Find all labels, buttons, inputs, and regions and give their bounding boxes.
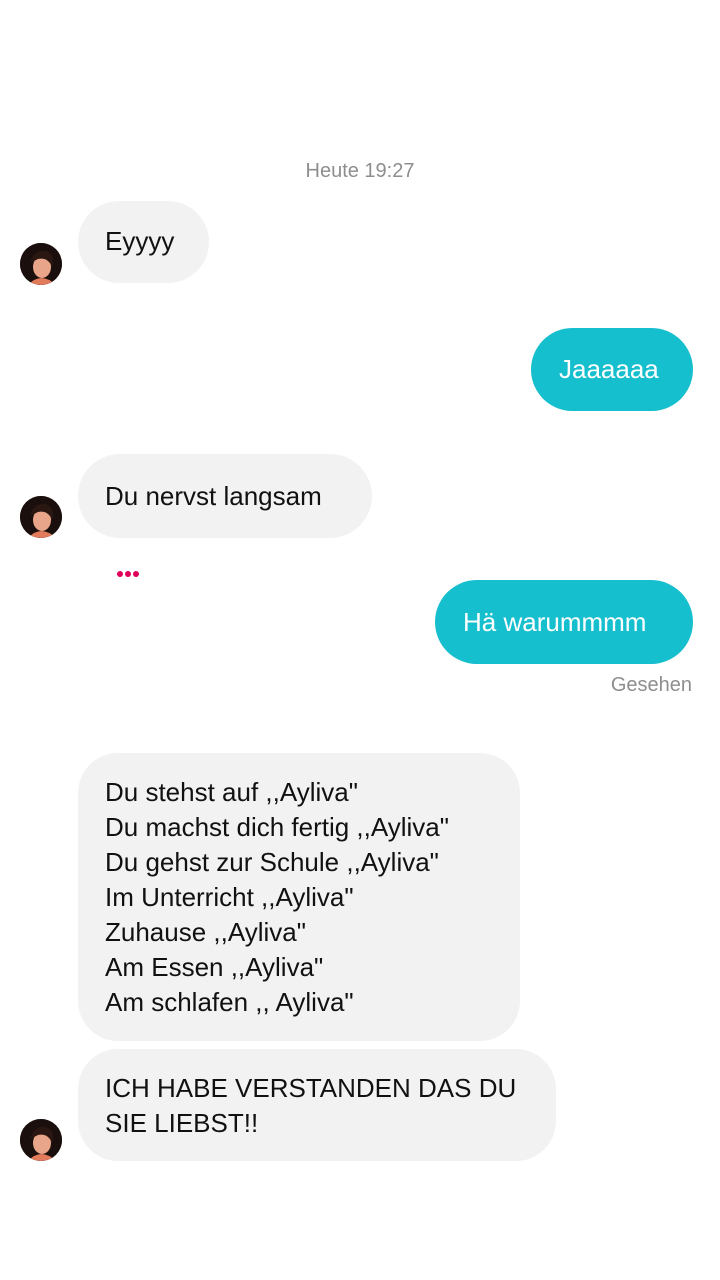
message-line: Du machst dich fertig ,,Ayliva" <box>105 812 449 842</box>
contact-avatar[interactable] <box>20 496 62 538</box>
message-text: Hä warummmm <box>463 607 647 637</box>
message-line: Am Essen ,,Ayliva" <box>105 952 324 982</box>
avatar-image <box>20 496 62 538</box>
chat-timestamp: Heute 19:27 <box>305 160 415 182</box>
message-bubble-outgoing[interactable]: Jaaaaaa <box>531 328 693 411</box>
message-bubble-incoming[interactable]: Du nervst langsam <box>78 454 372 538</box>
seen-status: Gesehen <box>610 674 692 696</box>
message-text: Jaaaaaa <box>559 354 659 384</box>
avatar-image <box>20 243 62 285</box>
message-line: Zuhause ,,Ayliva" <box>105 917 306 947</box>
message-line: Am schlafen ,, Ayliva" <box>105 987 354 1017</box>
message-line: SIE LIEBST!! <box>105 1108 259 1138</box>
message-line: ICH HABE VERSTANDEN DAS DU <box>105 1073 517 1103</box>
message-bubble-outgoing[interactable]: Hä warummmm <box>435 580 693 664</box>
message-line: Du stehst auf ,,Ayliva" <box>105 777 358 807</box>
message-text: Eyyyy <box>105 226 175 256</box>
message-bubble-incoming[interactable]: ICH HABE VERSTANDEN DAS DU SIE LIEBST!! <box>78 1049 556 1161</box>
message-line: Im Unterricht ,,Ayliva" <box>105 882 354 912</box>
avatar-image <box>20 1119 62 1161</box>
message-text: Du nervst langsam <box>105 481 322 511</box>
contact-avatar[interactable] <box>20 1119 62 1161</box>
contact-avatar[interactable] <box>20 243 62 285</box>
message-bubble-incoming[interactable]: Eyyyy <box>78 201 209 283</box>
message-bubble-incoming[interactable]: Du stehst auf ,,Ayliva" Du machst dich f… <box>78 753 520 1041</box>
typing-indicator-icon <box>117 568 143 580</box>
message-line: Du gehst zur Schule ,,Ayliva" <box>105 847 439 877</box>
